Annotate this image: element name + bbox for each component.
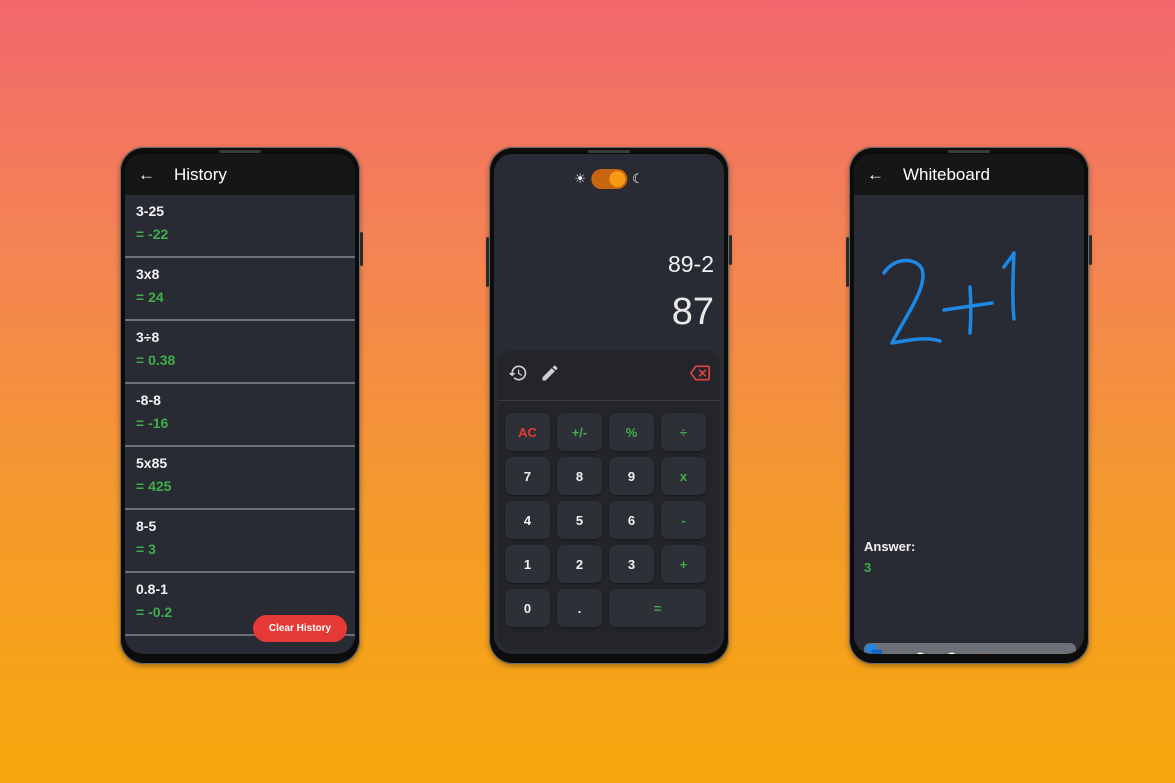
history-screen: ← History 3-25 = -22 3x8 = 24 3÷8 = 0.38… xyxy=(125,154,355,654)
history-result: = 425 xyxy=(136,478,172,494)
theme-toggle[interactable]: ☀ ☾ xyxy=(574,169,644,189)
history-expression: 3-25 xyxy=(136,203,165,219)
key-button[interactable]: % xyxy=(609,413,654,451)
volume-button xyxy=(846,237,849,287)
history-expression: -8-8 xyxy=(136,392,161,408)
toggle-thumb xyxy=(609,171,625,187)
phone-calculator: ☀ ☾ 89-2 87 AC +/-% ÷ 7 8 9 x 4 5 6- 1 2 3 +0. = xyxy=(486,147,732,664)
key-button[interactable]: 8 xyxy=(557,457,602,495)
history-app-bar: ← History xyxy=(125,154,355,195)
history-icon[interactable] xyxy=(508,363,540,388)
undo-icon[interactable]: ↶ xyxy=(909,649,929,654)
key-button[interactable]: 7 xyxy=(505,457,550,495)
history-expression: 3÷8 xyxy=(136,329,160,345)
key-button[interactable]: - xyxy=(661,501,706,539)
history-item[interactable]: 5x85 = 425 xyxy=(125,447,355,510)
volume-button xyxy=(486,237,489,287)
history-expression: 3x8 xyxy=(136,266,160,282)
speaker-grill xyxy=(948,150,990,153)
power-button xyxy=(729,235,732,265)
power-button xyxy=(1089,235,1092,265)
key-button[interactable]: AC xyxy=(505,413,550,451)
clear-icon[interactable]: ✕ xyxy=(977,649,997,654)
history-result: = 0.38 xyxy=(136,352,176,368)
whiteboard-screen: ← Whiteboard Answer: 3 ↶ ↷ ✕ xyxy=(854,154,1084,654)
pencil-icon[interactable] xyxy=(540,363,572,388)
speaker-grill xyxy=(588,150,630,153)
history-item[interactable]: 3-25 = -22 xyxy=(125,195,355,258)
key-button[interactable]: + xyxy=(661,545,706,583)
history-item[interactable]: 8-5 = 3 xyxy=(125,510,355,573)
calculator-result: 87 xyxy=(671,291,714,333)
key-button[interactable]: . xyxy=(557,589,602,627)
key-button[interactable]: 0 xyxy=(505,589,550,627)
key-button[interactable]: 1 xyxy=(505,545,550,583)
history-expression: 0.8-1 xyxy=(136,581,168,597)
key-button[interactable]: 3 xyxy=(609,545,654,583)
back-arrow-icon[interactable]: ← xyxy=(867,165,903,185)
phone-history: ← History 3-25 = -22 3x8 = 24 3÷8 = 0.38… xyxy=(120,147,363,664)
power-button xyxy=(360,232,363,266)
key-button[interactable]: 5 xyxy=(557,501,602,539)
history-result: = 24 xyxy=(136,289,164,305)
key-button[interactable]: 9 xyxy=(609,457,654,495)
sun-icon: ☀ xyxy=(574,171,586,186)
calculator-screen: ☀ ☾ 89-2 87 AC +/-% ÷ 7 8 9 x 4 5 6- 1 2 3 +0. = xyxy=(494,154,724,654)
key-grid: AC +/-% ÷ 7 8 9 x 4 5 6- 1 2 3 +0. = xyxy=(498,401,720,627)
answer-value: 3 xyxy=(864,560,872,575)
key-button[interactable]: 6 xyxy=(609,501,654,539)
toggle-track[interactable] xyxy=(591,169,627,189)
history-list: 3-25 = -22 3x8 = 24 3÷8 = 0.38 -8-8 = -1… xyxy=(125,195,355,654)
keypad: AC +/-% ÷ 7 8 9 x 4 5 6- 1 2 3 +0. = xyxy=(498,350,720,650)
drawing-canvas[interactable]: Answer: 3 ↶ ↷ ✕ xyxy=(854,195,1084,654)
whiteboard-app-bar: ← Whiteboard xyxy=(854,154,1084,195)
history-expression: 8-5 xyxy=(136,518,157,534)
keypad-toolbar xyxy=(498,350,720,401)
history-item[interactable]: 3÷8 = 0.38 xyxy=(125,321,355,384)
phone-whiteboard: ← Whiteboard Answer: 3 ↶ ↷ ✕ xyxy=(846,147,1092,664)
key-button[interactable]: = xyxy=(609,589,706,627)
page-title: Whiteboard xyxy=(903,164,990,184)
speaker-grill xyxy=(219,150,261,153)
redo-icon[interactable]: ↷ xyxy=(943,649,963,654)
moon-icon: ☾ xyxy=(632,171,644,186)
page-title: History xyxy=(174,164,227,184)
answer-label: Answer: xyxy=(864,539,916,554)
back-arrow-icon[interactable]: ← xyxy=(138,165,174,185)
backspace-icon[interactable] xyxy=(689,365,710,385)
key-button[interactable]: ÷ xyxy=(661,413,706,451)
whiteboard-toolbar: ↶ ↷ ✕ xyxy=(864,643,1076,654)
key-button[interactable]: +/- xyxy=(557,413,602,451)
key-button[interactable]: 2 xyxy=(557,545,602,583)
clear-history-button[interactable]: Clear History xyxy=(253,615,347,642)
handwriting-strokes xyxy=(882,251,1016,345)
history-result: = 3 xyxy=(136,541,156,557)
key-button[interactable]: x xyxy=(661,457,706,495)
history-item[interactable]: -8-8 = -16 xyxy=(125,384,355,447)
history-item[interactable]: 3x8 = 24 xyxy=(125,258,355,321)
history-result: = -16 xyxy=(136,415,169,431)
history-expression: 5x85 xyxy=(136,455,168,471)
key-button[interactable]: 4 xyxy=(505,501,550,539)
calculator-expression: 89-2 xyxy=(667,251,714,277)
history-result: = -22 xyxy=(136,226,169,242)
